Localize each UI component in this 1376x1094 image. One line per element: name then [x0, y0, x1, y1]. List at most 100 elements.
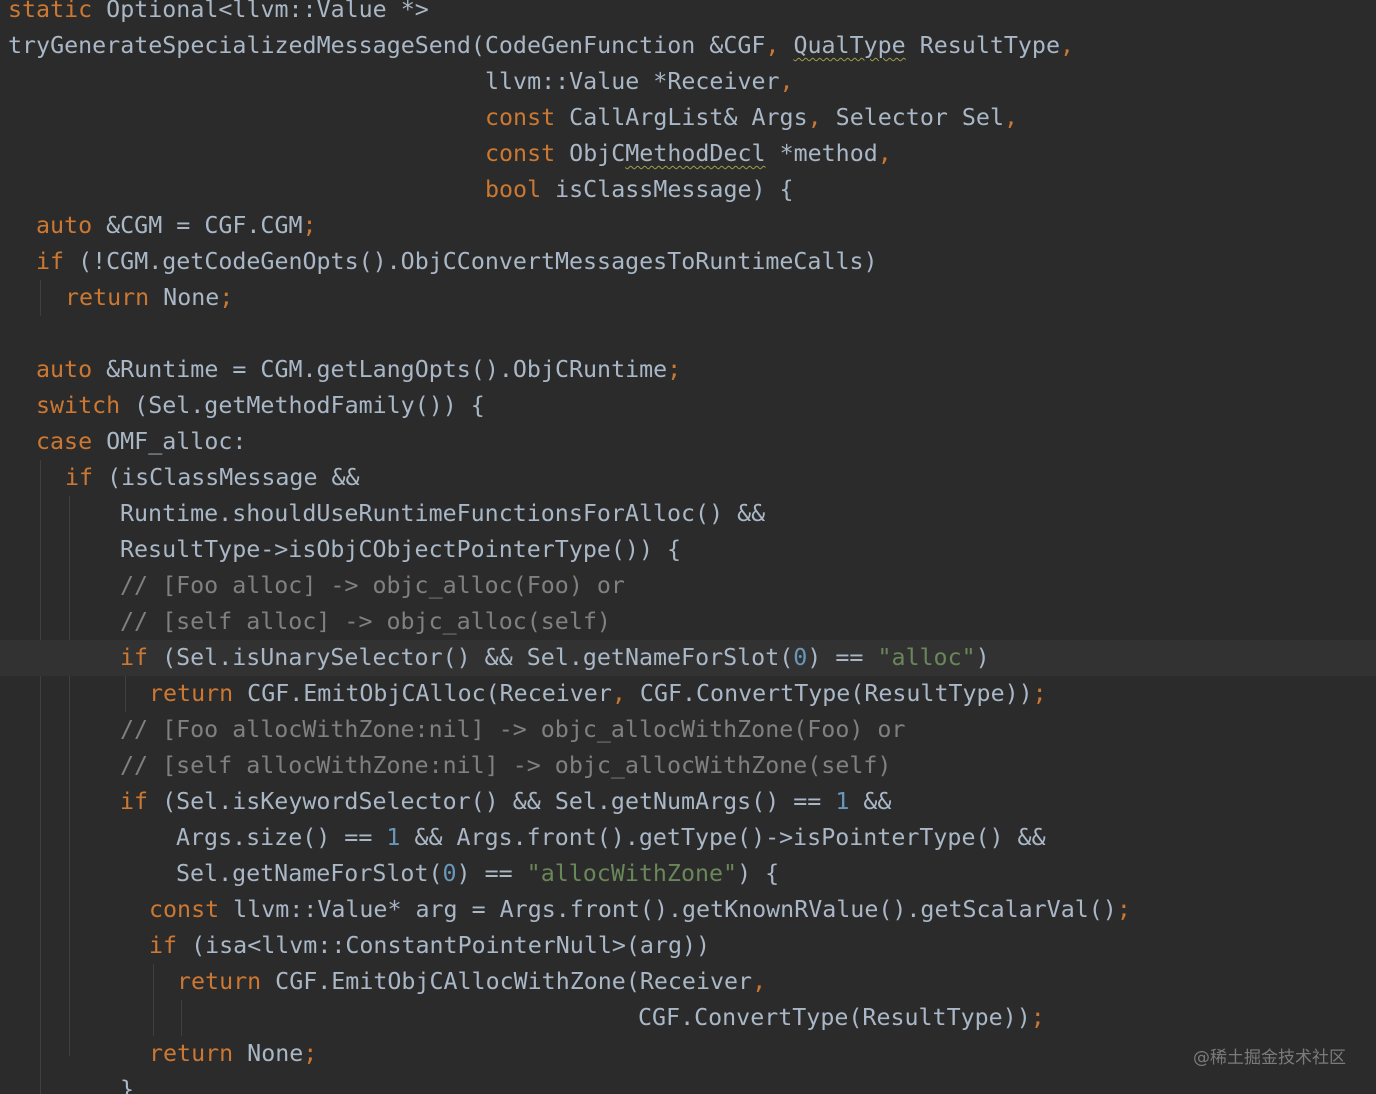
code-text: if (Sel.isKeywordSelector() && Sel.getNu… — [120, 784, 891, 820]
code-token: ; — [303, 1040, 318, 1067]
code-token: bool — [485, 176, 542, 203]
code-text: tryGenerateSpecializedMessageSend(CodeGe… — [8, 28, 1074, 64]
code-line[interactable]: Args.size() == 1 && Args.front().getType… — [0, 820, 1376, 856]
code-token: Sel.getNameForSlot( — [176, 860, 443, 887]
code-token: if — [65, 464, 94, 491]
code-token: if — [36, 248, 65, 275]
code-line[interactable]: bool isClassMessage) { — [0, 172, 1376, 208]
code-token: , — [779, 68, 794, 95]
current-code-line[interactable]: if (Sel.isUnarySelector() && Sel.getName… — [0, 640, 1376, 676]
code-token: , — [752, 968, 767, 995]
code-token: const — [485, 104, 556, 131]
code-text: return CGF.EmitObjCAllocWithZone(Receive… — [177, 964, 766, 1000]
code-line[interactable]: auto &CGM = CGF.CGM; — [0, 208, 1376, 244]
code-line[interactable]: // [Foo alloc] -> objc_alloc(Foo) or — [0, 568, 1376, 604]
code-line[interactable]: if (Sel.isKeywordSelector() && Sel.getNu… — [0, 784, 1376, 820]
code-token: , — [611, 680, 626, 707]
code-token: case — [36, 428, 93, 455]
code-text: Args.size() == 1 && Args.front().getType… — [176, 820, 1046, 856]
code-token: switch — [36, 392, 121, 419]
code-text: case OMF_alloc: — [36, 424, 246, 460]
code-editor[interactable]: static Optional<llvm::Value *> tryGenerat… — [0, 0, 1376, 1094]
code-line[interactable]: case OMF_alloc: — [0, 424, 1376, 460]
code-token: , — [765, 32, 780, 59]
code-token: ; — [1116, 896, 1131, 923]
code-text: const llvm::Value* arg = Args.front().ge… — [149, 892, 1131, 928]
code-text: llvm::Value *Receiver, — [485, 64, 794, 100]
code-token: // [Foo alloc] -> objc_alloc(Foo) or — [120, 572, 625, 599]
code-token: 1 — [386, 824, 401, 851]
watermark: @稀土掘金技术社区 — [1193, 1048, 1346, 1068]
code-line[interactable]: return CGF.EmitObjCAllocWithZone(Receive… — [0, 964, 1376, 1000]
code-text: if (Sel.isUnarySelector() && Sel.getName… — [120, 640, 990, 676]
code-token: return — [65, 284, 150, 311]
code-token: , — [1059, 32, 1075, 59]
code-token: const — [149, 896, 220, 923]
code-line[interactable]: // [self allocWithZone:nil] -> objc_allo… — [0, 748, 1376, 784]
code-text: // [Foo allocWithZone:nil] -> objc_alloc… — [120, 712, 905, 748]
code-token: ) — [975, 644, 990, 671]
code-line[interactable]: Runtime.shouldUseRuntimeFunctionsForAllo… — [0, 496, 1376, 532]
code-token: OMF_alloc: — [92, 428, 247, 455]
code-token: None — [233, 1040, 304, 1067]
code-line[interactable]: const CallArgList& Args, Selector Sel, — [0, 100, 1376, 136]
code-token: llvm::Value* arg = Args.front().getKnown… — [219, 896, 1117, 923]
code-token: // [self allocWithZone:nil] -> objc_allo… — [120, 752, 892, 779]
code-token: CGF.ConvertType(ResultType)) — [625, 680, 1033, 707]
code-token: if — [149, 932, 178, 959]
code-line[interactable]: return None; — [0, 280, 1376, 316]
code-line[interactable]: Sel.getNameForSlot(0) == "allocWithZone"… — [0, 856, 1376, 892]
code-text: // [self allocWithZone:nil] -> objc_allo… — [120, 748, 891, 784]
code-token: Runtime.shouldUseRuntimeFunctionsForAllo… — [120, 500, 766, 527]
code-line[interactable]: auto &Runtime = CGM.getLangOpts().ObjCRu… — [0, 352, 1376, 388]
code-line[interactable]: if (isClassMessage && — [0, 460, 1376, 496]
code-line[interactable]: const llvm::Value* arg = Args.front().ge… — [0, 892, 1376, 928]
code-token: 1 — [835, 788, 850, 815]
code-token: 0 — [442, 860, 457, 887]
code-token: &Runtime = CGM.getLangOpts().ObjCRuntime — [92, 356, 668, 383]
code-text: return CGF.EmitObjCAlloc(Receiver, CGF.C… — [149, 676, 1047, 712]
code-token: ) == — [456, 860, 527, 887]
code-token: ; — [667, 356, 682, 383]
code-line[interactable]: // [Foo allocWithZone:nil] -> objc_alloc… — [0, 712, 1376, 748]
code-line[interactable]: const ObjCMethodDecl *method, — [0, 136, 1376, 172]
code-token: QualType — [793, 32, 906, 59]
code-line[interactable]: } — [0, 1072, 1376, 1094]
code-text: Sel.getNameForSlot(0) == "allocWithZone"… — [176, 856, 779, 892]
code-line[interactable]: if (!CGM.getCodeGenOpts().ObjCConvertMes… — [0, 244, 1376, 280]
code-token: MethodDecl — [625, 140, 766, 167]
code-line[interactable]: static Optional<llvm::Value *> — [0, 0, 1376, 28]
code-token: ObjC — [555, 140, 626, 167]
code-token: "alloc" — [877, 644, 976, 671]
code-text: return None; — [65, 280, 233, 316]
code-line[interactable]: return CGF.EmitObjCAlloc(Receiver, CGF.C… — [0, 676, 1376, 712]
code-token: Args.size() == — [176, 824, 387, 851]
code-token: auto — [36, 212, 93, 239]
code-token: CGF.ConvertType(ResultType)) — [638, 1004, 1031, 1031]
code-text: if (!CGM.getCodeGenOpts().ObjCConvertMes… — [36, 244, 878, 280]
code-line[interactable]: tryGenerateSpecializedMessageSend(CodeGe… — [0, 28, 1376, 64]
code-text: ResultType->isObjCObjectPointerType()) { — [120, 532, 681, 568]
code-line[interactable]: llvm::Value *Receiver, — [0, 64, 1376, 100]
code-token: // [Foo allocWithZone:nil] -> objc_alloc… — [120, 716, 906, 743]
code-token: ) == — [807, 644, 878, 671]
code-line[interactable]: switch (Sel.getMethodFamily()) { — [0, 388, 1376, 424]
code-token: ) { — [737, 860, 780, 887]
code-token: CallArgList& Args — [555, 104, 808, 131]
code-token: , — [1003, 104, 1019, 131]
code-token: ResultType->isObjCObjectPointerType()) { — [120, 536, 682, 563]
code-line[interactable]: ResultType->isObjCObjectPointerType()) { — [0, 532, 1376, 568]
code-token: (!CGM.getCodeGenOpts().ObjCConvertMessag… — [64, 248, 878, 275]
code-token: (Sel.isKeywordSelector() && Sel.getNumAr… — [148, 788, 836, 815]
code-token: ; — [219, 284, 234, 311]
code-text: auto &Runtime = CGM.getLangOpts().ObjCRu… — [36, 352, 681, 388]
code-token: return — [149, 1040, 234, 1067]
code-text: const CallArgList& Args, Selector Sel, — [485, 100, 1018, 136]
code-line[interactable]: return None; — [0, 1036, 1376, 1072]
code-text: } — [120, 1072, 134, 1094]
code-token: None — [149, 284, 220, 311]
code-token: ; — [1030, 1004, 1045, 1031]
code-line[interactable]: if (isa<llvm::ConstantPointerNull>(arg)) — [0, 928, 1376, 964]
code-line[interactable]: CGF.ConvertType(ResultType)); — [0, 1000, 1376, 1036]
code-line[interactable]: // [self alloc] -> objc_alloc(self) — [0, 604, 1376, 640]
